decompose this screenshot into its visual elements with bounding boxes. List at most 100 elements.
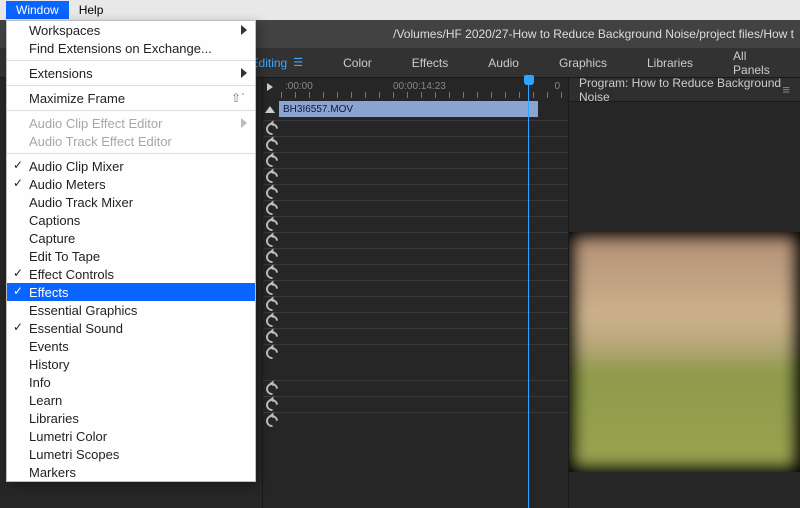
- submenu-arrow-icon: [241, 68, 247, 78]
- reset-icon[interactable]: [264, 264, 281, 281]
- audio-track[interactable]: [263, 248, 568, 264]
- menu-learn[interactable]: Learn: [7, 391, 255, 409]
- menu-captions[interactable]: Captions: [7, 211, 255, 229]
- reset-icon[interactable]: [264, 280, 281, 297]
- timecode-start: :00:00: [285, 81, 313, 92]
- menu-effects[interactable]: ✓Effects: [7, 283, 255, 301]
- menu-essential-graphics[interactable]: Essential Graphics: [7, 301, 255, 319]
- program-panel-title: Program: How to Reduce Background Noise: [579, 76, 782, 104]
- reset-icon[interactable]: [264, 396, 281, 413]
- workspace-tab-libraries[interactable]: Libraries: [627, 48, 713, 77]
- menu-libraries[interactable]: Libraries: [7, 409, 255, 427]
- menu-effect-controls[interactable]: ✓Effect Controls: [7, 265, 255, 283]
- audio-track[interactable]: [263, 232, 568, 248]
- audio-track[interactable]: [263, 200, 568, 216]
- timeline-panel: :00:00 00:00:14:23 0 BH3I6557.MOV: [262, 78, 569, 508]
- timeline-ruler[interactable]: :00:00 00:00:14:23 0: [263, 78, 568, 100]
- reset-icon[interactable]: [264, 184, 281, 201]
- reset-icon[interactable]: [264, 248, 281, 265]
- program-monitor-image: [573, 236, 796, 468]
- audio-track[interactable]: [263, 152, 568, 168]
- os-menubar: Window Help: [0, 0, 800, 20]
- reset-icon[interactable]: [264, 328, 281, 345]
- audio-track[interactable]: [263, 184, 568, 200]
- reset-icon[interactable]: [264, 412, 281, 429]
- audio-track[interactable]: [263, 296, 568, 312]
- project-path: /Volumes/HF 2020/27-How to Reduce Backgr…: [393, 27, 794, 41]
- workspace-tab-allpanels[interactable]: All Panels: [713, 48, 800, 77]
- submenu-arrow-icon: [241, 25, 247, 35]
- audio-track[interactable]: [263, 168, 568, 184]
- audio-track[interactable]: [263, 344, 568, 360]
- menu-capture[interactable]: Capture: [7, 229, 255, 247]
- menu-extensions[interactable]: Extensions: [7, 64, 255, 82]
- reset-icon[interactable]: [264, 120, 281, 137]
- audio-track[interactable]: [263, 312, 568, 328]
- audio-tracks: [263, 118, 568, 430]
- menu-separator: [7, 85, 255, 86]
- program-panel-header: Program: How to Reduce Background Noise …: [569, 78, 800, 102]
- reset-icon[interactable]: [264, 312, 281, 329]
- menu-audio-clip-mixer[interactable]: ✓Audio Clip Mixer: [7, 157, 255, 175]
- play-icon[interactable]: [267, 83, 273, 91]
- menubar-help[interactable]: Help: [69, 1, 114, 19]
- menu-find-extensions[interactable]: Find Extensions on Exchange...: [7, 39, 255, 57]
- menu-maximize-frame[interactable]: Maximize Frame⇧`: [7, 89, 255, 107]
- reset-icon[interactable]: [264, 232, 281, 249]
- menu-separator: [7, 153, 255, 154]
- menu-workspaces[interactable]: Workspaces: [7, 21, 255, 39]
- expand-up-icon[interactable]: [265, 106, 275, 113]
- audio-track[interactable]: [263, 136, 568, 152]
- program-monitor-frame[interactable]: [569, 232, 800, 472]
- menu-lumetri-scopes[interactable]: Lumetri Scopes: [7, 445, 255, 463]
- audio-track[interactable]: [263, 216, 568, 232]
- check-icon: ✓: [13, 266, 23, 280]
- reset-icon[interactable]: [264, 216, 281, 233]
- audio-track[interactable]: [263, 396, 568, 412]
- workspace-tab-graphics[interactable]: Graphics: [539, 48, 627, 77]
- check-icon: ✓: [13, 158, 23, 172]
- playhead[interactable]: [524, 75, 534, 85]
- panel-menu-icon[interactable]: ≡: [782, 82, 790, 97]
- audio-track[interactable]: [263, 380, 568, 396]
- check-icon: ✓: [13, 284, 23, 298]
- timecode-mid: 00:00:14:23: [393, 81, 446, 92]
- window-menu-dropdown: Workspaces Find Extensions on Exchange..…: [6, 20, 256, 482]
- menu-audio-track-mixer[interactable]: Audio Track Mixer: [7, 193, 255, 211]
- menu-info[interactable]: Info: [7, 373, 255, 391]
- menu-history[interactable]: History: [7, 355, 255, 373]
- audio-track[interactable]: [263, 280, 568, 296]
- audio-track[interactable]: [263, 264, 568, 280]
- workspace-tab-color[interactable]: Color: [323, 48, 392, 77]
- reset-icon[interactable]: [264, 200, 281, 217]
- ruler-ticks: [281, 92, 564, 98]
- menu-essential-sound[interactable]: ✓Essential Sound: [7, 319, 255, 337]
- audio-track[interactable]: [263, 120, 568, 136]
- reset-icon[interactable]: [264, 136, 281, 153]
- audio-track[interactable]: [263, 412, 568, 428]
- menu-audio-meters[interactable]: ✓Audio Meters: [7, 175, 255, 193]
- workspace-tab-audio[interactable]: Audio: [468, 48, 539, 77]
- video-track-header: BH3I6557.MOV: [263, 100, 568, 118]
- menu-edit-to-tape[interactable]: Edit To Tape: [7, 247, 255, 265]
- timecode-end: 0: [554, 81, 560, 92]
- menu-events[interactable]: Events: [7, 337, 255, 355]
- reset-icon[interactable]: [264, 168, 281, 185]
- menu-lumetri-color[interactable]: Lumetri Color: [7, 427, 255, 445]
- program-monitor-panel: Program: How to Reduce Background Noise …: [569, 78, 800, 508]
- check-icon: ✓: [13, 320, 23, 334]
- menubar-window[interactable]: Window: [6, 1, 69, 19]
- menu-markers[interactable]: Markers: [7, 463, 255, 481]
- hamburger-icon[interactable]: ☰: [293, 56, 303, 69]
- audio-track[interactable]: [263, 328, 568, 344]
- reset-icon[interactable]: [264, 152, 281, 169]
- reset-icon[interactable]: [264, 380, 281, 397]
- check-icon: ✓: [13, 176, 23, 190]
- reset-icon[interactable]: [264, 344, 281, 361]
- video-clip[interactable]: BH3I6557.MOV: [279, 101, 538, 117]
- workspace-tab-effects[interactable]: Effects: [392, 48, 468, 77]
- shortcut-label: ⇧`: [231, 91, 245, 105]
- reset-icon[interactable]: [264, 296, 281, 313]
- menu-audio-clip-effect-editor: Audio Clip Effect Editor: [7, 114, 255, 132]
- menu-separator: [7, 110, 255, 111]
